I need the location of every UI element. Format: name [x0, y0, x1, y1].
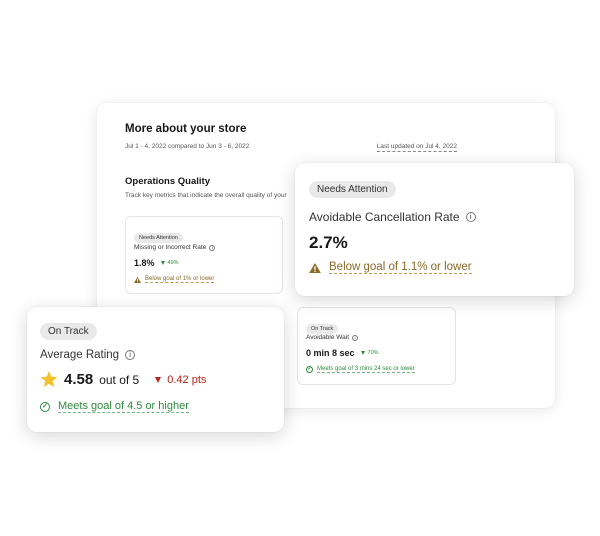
metric-delta: 70%	[360, 350, 379, 356]
metric-value: 2.7%	[309, 233, 348, 252]
metric-goal: ✓ Meets goal of 3 mins 24 sec or lower	[306, 366, 415, 373]
stage: More about your store Jul 1 - 4, 2022 co…	[0, 0, 600, 536]
metric-label-text: Avoidable Cancellation Rate	[309, 210, 460, 224]
metric-value-row: 0 min 8 sec 70%	[306, 348, 379, 358]
goal-link[interactable]: Below goal of 1.1% or lower	[329, 261, 472, 274]
check-circle-icon: ✓	[40, 401, 50, 412]
operations-quality-title: Operations Quality	[125, 176, 210, 187]
metric-value-row: 4.58 out of 5 0.42 pts	[40, 371, 206, 388]
metric-label-text: Missing or Incorrect Rate	[134, 244, 207, 251]
metric-value-suffix: out of 5	[99, 372, 140, 387]
metric-card-cancellation-rate[interactable]: Needs Attention Avoidable Cancellation R…	[295, 163, 574, 296]
metric-value: 0 min 8 sec	[306, 348, 355, 358]
info-icon[interactable]: i	[209, 244, 216, 251]
arrow-down-icon	[360, 351, 365, 355]
metric-delta-value: 0.42 pts	[167, 373, 207, 386]
metric-delta: 0.42 pts	[155, 374, 206, 386]
metric-card-avoidable-wait[interactable]: On Track Avoidable Wait i 0 min 8 sec 70…	[297, 307, 456, 385]
metric-goal: ✓ Meets goal of 4.5 or higher	[40, 400, 189, 413]
info-icon[interactable]: i	[125, 350, 136, 360]
metric-delta-value: 49%	[167, 260, 179, 266]
info-icon[interactable]: i	[465, 212, 476, 222]
metric-label: Average Rating i	[40, 349, 136, 361]
warning-triangle-icon	[134, 276, 141, 283]
status-badge: Needs Attention	[134, 233, 183, 243]
status-badge: Needs Attention	[309, 181, 396, 198]
metric-delta-value: 70%	[367, 350, 379, 356]
metric-label: Missing or Incorrect Rate i	[134, 244, 216, 251]
metric-goal: Below goal of 1% or lower	[134, 276, 215, 283]
arrow-down-icon	[160, 261, 165, 265]
last-updated-link[interactable]: Last updated on Jul 4, 2022	[376, 143, 457, 152]
metric-label-text: Avoidable Wait	[306, 334, 349, 341]
check-circle-icon: ✓	[306, 366, 313, 373]
warning-triangle-icon	[309, 262, 321, 273]
status-badge: On Track	[306, 324, 339, 334]
goal-link[interactable]: Below goal of 1% or lower	[145, 276, 215, 283]
metric-delta: 49%	[160, 260, 179, 266]
status-badge: On Track	[40, 323, 97, 340]
metric-value: 1.8%	[134, 258, 155, 268]
metric-card-missing-incorrect[interactable]: Needs Attention Missing or Incorrect Rat…	[125, 216, 283, 294]
metric-label: Avoidable Cancellation Rate i	[309, 210, 476, 224]
metric-goal: Below goal of 1.1% or lower	[309, 261, 472, 274]
metric-card-average-rating[interactable]: On Track Average Rating i 4.58 out of 5 …	[27, 307, 284, 432]
metric-value-row: 1.8% 49%	[134, 258, 179, 268]
metric-value: 4.58	[64, 371, 94, 388]
goal-link[interactable]: Meets goal of 3 mins 24 sec or lower	[317, 366, 415, 373]
arrow-down-icon	[155, 376, 162, 383]
info-icon[interactable]: i	[352, 334, 358, 341]
metric-label: Avoidable Wait i	[306, 334, 358, 341]
store-title: More about your store	[125, 123, 247, 135]
operations-quality-description: Track key metrics that indicate the over…	[125, 192, 287, 199]
date-range: Jul 1 - 4, 2022 compared to Jun 3 - 6, 2…	[125, 143, 250, 150]
star-icon	[40, 371, 58, 388]
goal-link[interactable]: Meets goal of 4.5 or higher	[58, 400, 189, 413]
metric-label-text: Average Rating	[40, 349, 120, 361]
